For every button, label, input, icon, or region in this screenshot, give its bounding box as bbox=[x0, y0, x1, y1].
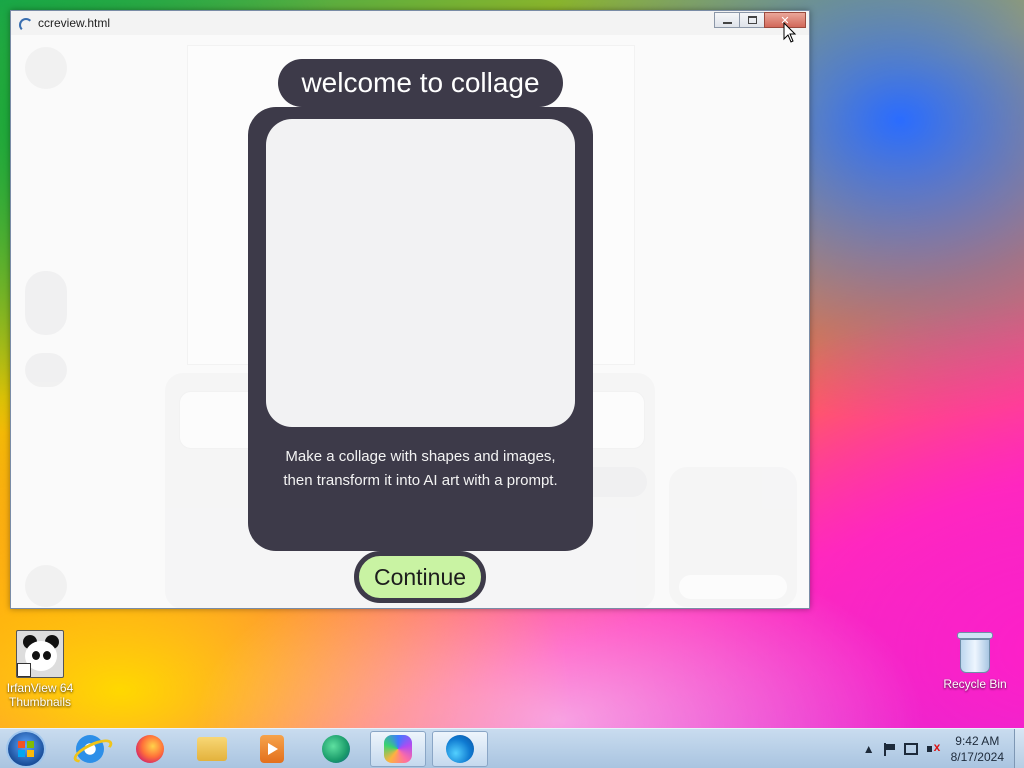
welcome-modal: Make a collage with shapes and images, t… bbox=[248, 107, 593, 551]
system-tray: ▲ 9:42 AM 8/17/2024 bbox=[863, 729, 1010, 768]
preview-image bbox=[266, 119, 575, 427]
browser-window: ccreview.html ✕ welcome to collage Make … bbox=[10, 10, 810, 609]
avatar bbox=[25, 47, 67, 89]
volume-muted-icon[interactable] bbox=[926, 740, 941, 755]
show-desktop-button[interactable] bbox=[1014, 729, 1024, 768]
clock-date: 8/17/2024 bbox=[950, 750, 1004, 764]
firefox-icon bbox=[136, 735, 164, 763]
copilot-icon bbox=[384, 735, 412, 763]
taskbar-file-explorer[interactable] bbox=[184, 731, 240, 767]
modal-title: welcome to collage bbox=[278, 59, 563, 107]
edge-dev-icon bbox=[322, 735, 350, 763]
taskbar-firefox[interactable] bbox=[122, 731, 178, 767]
desktop-icon-recycle-bin[interactable]: Recycle Bin bbox=[937, 630, 1013, 691]
desktop-icon-label: IrfanView 64 Thumbnails bbox=[6, 681, 74, 709]
taskbar-edge[interactable] bbox=[432, 731, 488, 767]
taskbar-clock[interactable]: 9:42 AM 8/17/2024 bbox=[951, 733, 1004, 765]
side-panel-button bbox=[679, 575, 787, 599]
loading-icon bbox=[18, 16, 33, 32]
action-center-flag-icon[interactable] bbox=[883, 743, 895, 756]
irfanview-icon bbox=[16, 630, 64, 678]
window-title: ccreview.html bbox=[38, 16, 111, 30]
taskbar-copilot[interactable] bbox=[370, 731, 426, 767]
network-icon[interactable] bbox=[903, 743, 918, 755]
toolbar-button bbox=[25, 353, 67, 387]
taskbar-media-player[interactable] bbox=[244, 731, 300, 767]
desktop-icon-label: Recycle Bin bbox=[943, 677, 1007, 691]
page-content: welcome to collage Make a collage with s… bbox=[11, 35, 809, 608]
maximize-button[interactable] bbox=[739, 12, 765, 28]
show-hidden-icons-icon[interactable]: ▲ bbox=[863, 742, 875, 756]
toolbar-group bbox=[25, 271, 67, 335]
clock-time: 9:42 AM bbox=[955, 734, 1000, 748]
file-explorer-icon bbox=[197, 737, 227, 761]
minimize-button[interactable] bbox=[714, 12, 740, 28]
windows-logo-icon bbox=[18, 741, 34, 757]
media-player-icon bbox=[260, 735, 284, 763]
taskbar-internet-explorer[interactable] bbox=[62, 731, 118, 767]
desktop-icon-irfanview[interactable]: IrfanView 64 Thumbnails bbox=[2, 630, 78, 709]
minimize-icon bbox=[722, 22, 732, 24]
maximize-icon bbox=[747, 16, 757, 24]
recycle-bin-icon bbox=[957, 630, 993, 674]
modal-description: Make a collage with shapes and images, t… bbox=[283, 448, 558, 489]
taskbar-edge-dev[interactable] bbox=[308, 731, 364, 767]
mouse-cursor-icon bbox=[783, 22, 797, 43]
continue-button[interactable]: Continue bbox=[354, 551, 486, 603]
internet-explorer-icon bbox=[76, 735, 104, 763]
window-titlebar[interactable]: ccreview.html ✕ bbox=[11, 11, 809, 35]
settings-button bbox=[25, 565, 67, 607]
taskbar: ▲ 9:42 AM 8/17/2024 bbox=[0, 728, 1024, 768]
edge-icon bbox=[446, 735, 474, 763]
start-button[interactable] bbox=[6, 730, 46, 768]
